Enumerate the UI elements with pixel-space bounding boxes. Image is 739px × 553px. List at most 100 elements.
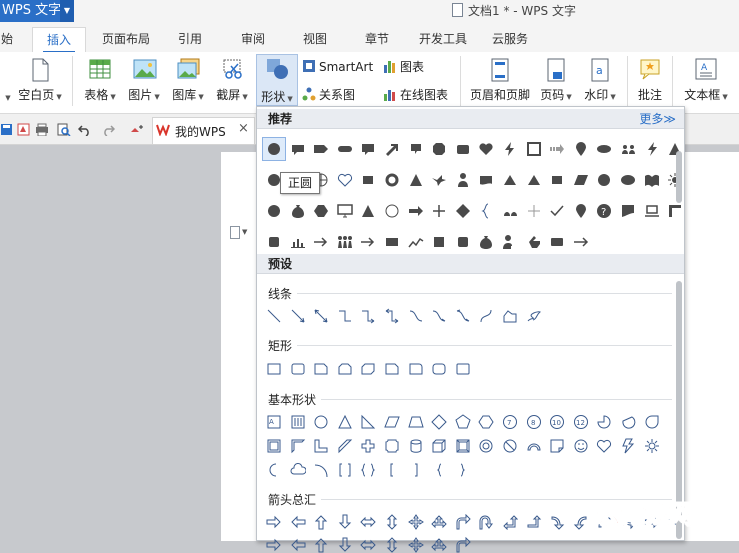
bent-arrow-shape[interactable] <box>455 514 471 530</box>
block-down-arrow-shape[interactable] <box>337 514 353 530</box>
lightning-bolt-shape[interactable] <box>620 438 636 454</box>
recommended-scrollbar[interactable] <box>676 151 682 203</box>
block-down-arrow-shape-row2[interactable] <box>337 537 353 553</box>
round-single-corner-rect-shape[interactable] <box>408 361 424 377</box>
left-right-arrow-shape[interactable] <box>360 514 377 530</box>
brace-shape[interactable] <box>478 203 494 219</box>
question-shape[interactable]: ? <box>596 203 612 219</box>
block-right-arrow-shape[interactable] <box>266 514 282 530</box>
right-brace-shape[interactable] <box>455 462 471 478</box>
donut-shape[interactable] <box>384 172 400 188</box>
picture-button[interactable]: 图片 ▼ <box>124 58 164 103</box>
curved-left-arrow-shape[interactable] <box>573 514 589 530</box>
striped-arrow-shape[interactable] <box>549 141 565 157</box>
teardrop-shape[interactable] <box>644 414 660 430</box>
undo-icon[interactable] <box>78 123 92 136</box>
lightning-2-shape[interactable] <box>644 141 660 157</box>
diamond-shape[interactable] <box>455 203 471 219</box>
vertical-text-box-shape[interactable] <box>290 414 306 430</box>
curved-arrow-connector-shape[interactable] <box>431 308 447 324</box>
callout-shape[interactable] <box>360 141 376 157</box>
parallelogram-shape[interactable] <box>573 172 589 188</box>
no-symbol-shape[interactable] <box>502 438 518 454</box>
up-down-arrow-shape[interactable] <box>384 514 400 530</box>
left-right-up-arrow-shape-row2[interactable] <box>431 537 447 553</box>
rect-3-shape[interactable] <box>384 234 400 250</box>
person-shape[interactable] <box>455 172 471 188</box>
right-triangle-shape[interactable] <box>360 414 376 430</box>
bent-arrow-shape-row2[interactable] <box>455 537 471 553</box>
laptop-shape[interactable] <box>644 203 660 219</box>
dodecagon-shape[interactable]: 12 <box>573 414 589 430</box>
pin-shape[interactable] <box>573 203 589 219</box>
gallery-button[interactable]: 图库 ▼ <box>168 58 208 103</box>
relation-chart-button[interactable]: 关系图 <box>302 86 355 104</box>
round-same-side-rect-shape[interactable] <box>431 361 447 377</box>
l-shape[interactable] <box>313 438 329 454</box>
customize-toolbar-icon[interactable] <box>129 123 143 136</box>
page-number-button[interactable]: 页码 ▼ <box>536 58 576 103</box>
isosceles-triangle-shape[interactable] <box>337 414 353 430</box>
curved-double-arrow-shape[interactable] <box>455 308 471 324</box>
redo-icon[interactable] <box>101 123 115 136</box>
oval-shape[interactable] <box>313 414 329 430</box>
triangle-3-shape[interactable] <box>502 172 518 188</box>
block-left-arrow-shape-row2[interactable] <box>290 537 306 553</box>
block-right-arrow-shape-row2[interactable] <box>266 537 282 553</box>
folded-corner-shape[interactable] <box>549 438 565 454</box>
line-shape[interactable] <box>266 308 282 324</box>
cross-thin-shape[interactable] <box>526 203 542 219</box>
snip-single-corner-rect-shape[interactable] <box>313 361 329 377</box>
tab-cloud[interactable]: 云服务 <box>485 27 535 52</box>
round-diagonal-rect-shape[interactable] <box>455 361 471 377</box>
left-bracket-shape[interactable] <box>384 462 400 478</box>
can-shape[interactable] <box>408 438 424 454</box>
circle-4-shape[interactable] <box>266 203 282 219</box>
table-button[interactable]: 表格 ▼ <box>80 58 120 103</box>
donut-outline-shape[interactable] <box>478 438 494 454</box>
double-arrow-line-shape[interactable] <box>313 308 329 324</box>
rect-4-shape[interactable] <box>431 234 447 250</box>
ribbon-cut-off-dropdown[interactable]: ▼ <box>0 89 14 103</box>
double-brace-shape[interactable] <box>360 462 376 478</box>
snip-diagonal-rect-shape[interactable] <box>360 361 376 377</box>
tab-page-layout[interactable]: 页面布局 <box>95 27 157 52</box>
close-tab-button[interactable]: × <box>238 121 249 136</box>
circle-3-shape[interactable] <box>596 172 612 188</box>
print-icon[interactable] <box>35 123 49 136</box>
tab-view[interactable]: 视图 <box>295 27 335 52</box>
left-brace-shape[interactable] <box>431 462 447 478</box>
rectangle-shape[interactable] <box>266 361 282 377</box>
plaque-shape[interactable] <box>384 438 400 454</box>
header-footer-button[interactable]: 页眉和页脚 <box>466 58 534 103</box>
bevel-shape[interactable] <box>455 438 471 454</box>
elbow-double-arrow-shape[interactable] <box>384 308 400 324</box>
money-bag-2-shape[interactable] <box>478 234 494 250</box>
money-bag-shape[interactable] <box>290 203 306 219</box>
block-left-arrow-shape[interactable] <box>290 514 306 530</box>
right-arrow-2-shape[interactable] <box>313 234 329 250</box>
pie-shape[interactable] <box>596 414 612 430</box>
rect-filled-shape[interactable] <box>360 172 376 188</box>
octagon-shape[interactable] <box>431 141 447 157</box>
rect-5-shape[interactable] <box>455 234 471 250</box>
up-down-arrow-shape-row2[interactable] <box>384 537 400 553</box>
heptagon-shape[interactable]: 7 <box>502 414 518 430</box>
pentagon-arrow-shape[interactable] <box>313 141 329 157</box>
app-menu-button[interactable]: WPS 文字 ▼ <box>0 0 74 22</box>
snip-same-side-rect-shape[interactable] <box>337 361 353 377</box>
arc-shape[interactable] <box>313 462 329 478</box>
tab-developer[interactable]: 开发工具 <box>414 27 472 52</box>
circle-shape[interactable] <box>266 141 282 157</box>
tab-section[interactable]: 章节 <box>357 27 397 52</box>
block-arc-shape[interactable] <box>526 438 542 454</box>
ellipse-shape[interactable] <box>596 141 612 157</box>
bent-up-arrow-shape[interactable] <box>526 514 542 530</box>
diagonal-stripe-shape[interactable] <box>337 438 353 454</box>
tab-insert[interactable]: 插入 <box>32 27 86 53</box>
heart-outline-shape[interactable] <box>337 172 353 188</box>
sun-outline-shape[interactable] <box>644 438 660 454</box>
teardrop-pin-shape[interactable] <box>573 141 589 157</box>
arrow-diagonal-shape[interactable] <box>384 141 400 157</box>
cloud-shape[interactable] <box>290 462 306 478</box>
